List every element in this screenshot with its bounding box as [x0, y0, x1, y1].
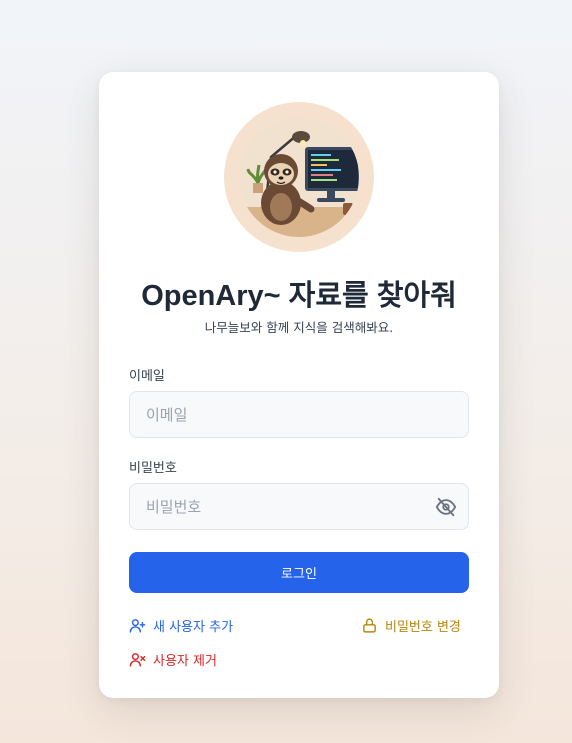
login-card: OpenAry~ 자료를 찾아줘 나무늘보와 함께 지식을 검색해봐요. 이메일… — [99, 72, 499, 698]
password-field[interactable] — [130, 484, 468, 529]
change-password-link[interactable]: 비밀번호 변경 — [361, 616, 461, 635]
change-password-label: 비밀번호 변경 — [385, 620, 461, 635]
password-label: 비밀번호 — [129, 461, 177, 476]
remove-user-link[interactable]: 사용자 제거 — [129, 650, 217, 669]
remove-user-label: 사용자 제거 — [153, 654, 217, 669]
email-field[interactable] — [130, 392, 468, 437]
login-button[interactable]: 로그인 — [129, 552, 469, 593]
sloth-avatar-image — [239, 117, 359, 237]
page-title: OpenAry~ 자료를 찾아줘 — [141, 280, 457, 312]
eye-off-icon[interactable] — [435, 496, 457, 518]
password-field-wrapper — [129, 483, 469, 530]
user-x-icon — [129, 653, 146, 667]
user-plus-icon — [129, 619, 146, 633]
email-label: 이메일 — [129, 369, 165, 384]
lock-icon — [363, 618, 376, 633]
add-user-label: 새 사용자 추가 — [153, 620, 234, 635]
avatar — [224, 102, 374, 252]
email-field-wrapper — [129, 391, 469, 438]
add-user-link[interactable]: 새 사용자 추가 — [129, 616, 233, 635]
page-subtitle: 나무늘보와 함께 지식을 검색해봐요. — [204, 320, 394, 335]
